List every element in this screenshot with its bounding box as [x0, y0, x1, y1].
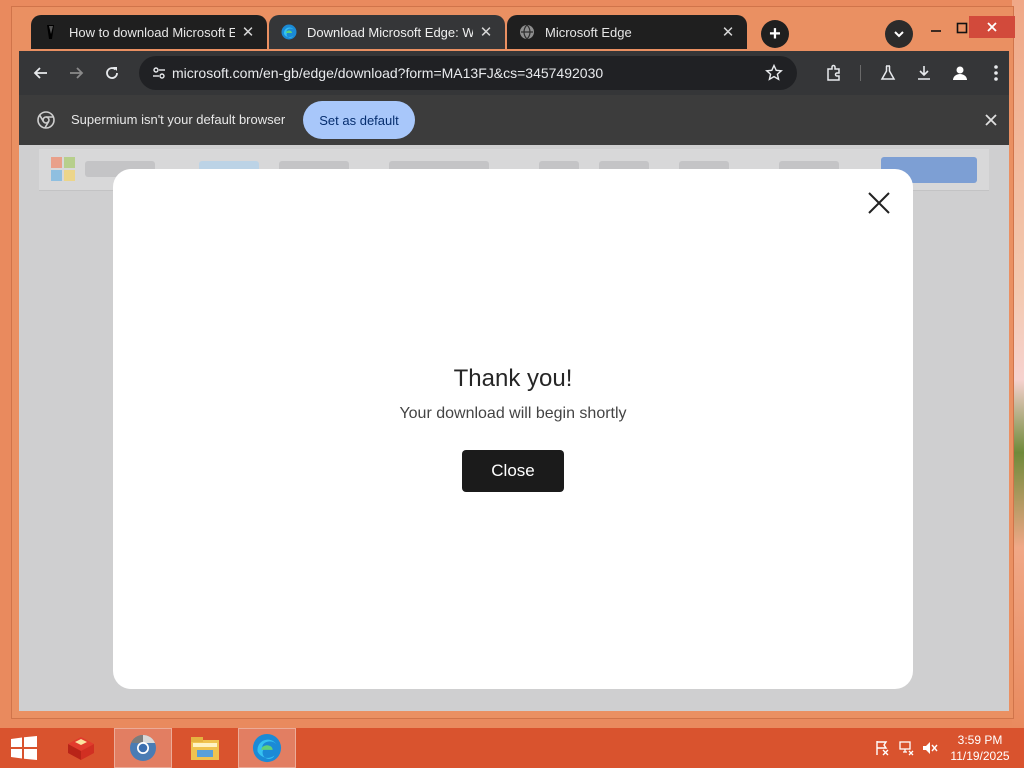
minimize-icon	[931, 30, 941, 32]
puzzle-icon	[827, 64, 840, 81]
globe-icon	[519, 24, 535, 40]
volume-muted-icon[interactable]	[922, 740, 938, 756]
close-button[interactable]: Close	[462, 450, 564, 492]
new-tab-button[interactable]: +	[761, 20, 789, 48]
reload-icon	[106, 67, 118, 79]
star-icon[interactable]	[765, 63, 783, 82]
person-icon	[953, 66, 967, 80]
chevron-down-icon	[894, 31, 904, 38]
close-icon[interactable]: ✕	[235, 23, 261, 41]
system-clock[interactable]: 3:59 PM 11/19/2025	[940, 732, 1020, 764]
close-icon[interactable]: ✕	[715, 23, 741, 41]
tab-microsoft-edge[interactable]: Microsoft Edge ✕	[507, 15, 747, 49]
toolbar-separator	[860, 65, 861, 81]
page-content: Thank you! Your download will begin shor…	[19, 145, 1009, 711]
infobar-message: Supermium isn't your default browser	[71, 112, 286, 127]
address-bar[interactable]: microsoft.com/en-gb/edge/download?form=M…	[139, 56, 797, 90]
profile-button[interactable]	[946, 59, 974, 87]
windows-logo-icon	[11, 736, 37, 760]
close-icon	[868, 192, 890, 214]
forward-button[interactable]	[62, 59, 90, 87]
tab-strip: How to download Microsoft Edg ✕ Download…	[19, 12, 1015, 52]
dialog-close-button[interactable]	[865, 189, 893, 217]
extensions-button[interactable]	[820, 59, 848, 87]
network-icon[interactable]	[898, 740, 914, 756]
dialog-title: Thank you!	[453, 365, 573, 392]
labs-button[interactable]	[874, 59, 902, 87]
action-center-flag-icon[interactable]	[874, 740, 890, 756]
tab-how-to-download[interactable]: How to download Microsoft Edg ✕	[31, 15, 267, 49]
url-text[interactable]: microsoft.com/en-gb/edge/download?form=M…	[172, 65, 603, 81]
taskbar-app-toolbox[interactable]	[52, 728, 110, 768]
dialog-subtitle: Your download will begin shortly	[399, 405, 627, 422]
supermium-icon	[130, 735, 156, 761]
taskbar-app-file-explorer[interactable]	[176, 728, 234, 768]
edge-icon	[252, 733, 282, 763]
kebab-menu-icon	[994, 65, 998, 81]
dark-app-icon	[43, 24, 59, 40]
menu-button[interactable]	[982, 59, 1010, 87]
reload-button[interactable]	[98, 59, 126, 87]
flask-icon	[880, 65, 896, 80]
taskbar-app-supermium[interactable]	[114, 728, 172, 768]
taskbar: 3:59 PM 11/19/2025	[0, 728, 1024, 768]
site-settings-icon[interactable]	[151, 65, 167, 81]
chrome-icon	[37, 111, 55, 129]
tab-title: Download Microsoft Edge: Wind	[307, 24, 473, 40]
set-as-default-button[interactable]: Set as default	[303, 101, 415, 139]
close-icon[interactable]: ✕	[473, 23, 499, 41]
close-icon	[985, 114, 997, 126]
edge-icon	[281, 24, 297, 40]
clock-time: 3:59 PM	[957, 733, 1003, 747]
start-button[interactable]	[0, 728, 48, 768]
tab-title: Microsoft Edge	[545, 24, 632, 40]
browser-window: How to download Microsoft Edg ✕ Download…	[11, 6, 1015, 719]
tab-title: How to download Microsoft Edg	[69, 24, 235, 40]
back-button[interactable]	[27, 59, 55, 87]
tab-search-button[interactable]	[885, 20, 913, 48]
arrow-right-icon	[70, 67, 84, 79]
downloads-button[interactable]	[910, 59, 938, 87]
infobar-close-button[interactable]	[984, 113, 998, 127]
taskbar-app-edge[interactable]	[238, 728, 296, 768]
toolbox-icon	[68, 737, 94, 760]
clock-date: 11/19/2025	[950, 749, 1010, 763]
arrow-left-icon	[33, 67, 47, 79]
window-close-button[interactable]	[969, 16, 1015, 38]
close-icon	[987, 22, 997, 32]
download-icon	[918, 66, 930, 80]
browser-toolbar: microsoft.com/en-gb/edge/download?form=M…	[19, 51, 1009, 95]
maximize-icon	[956, 22, 968, 34]
tab-download-edge[interactable]: Download Microsoft Edge: Wind ✕	[269, 15, 505, 49]
download-dialog: Thank you! Your download will begin shor…	[113, 169, 913, 689]
default-browser-infobar: Supermium isn't your default browser Set…	[19, 95, 1009, 145]
microsoft-logo	[51, 157, 75, 181]
folder-icon	[191, 737, 219, 760]
